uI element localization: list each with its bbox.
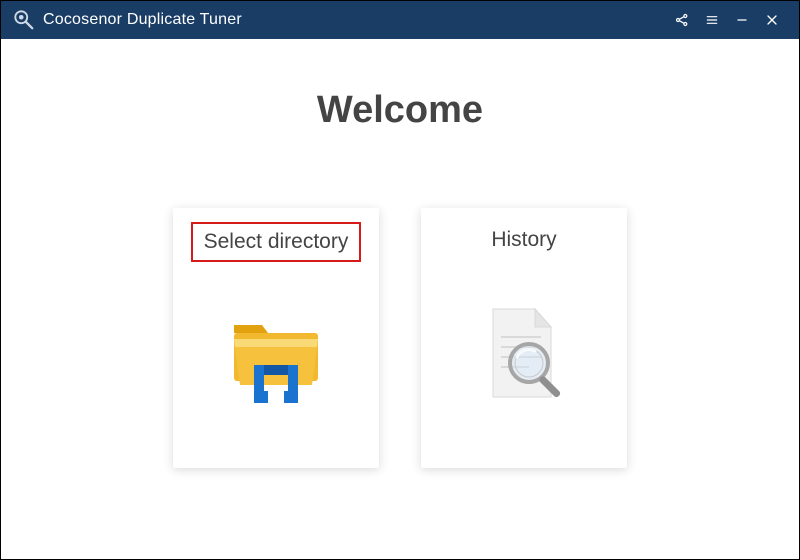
app-window: Cocosenor Duplicate Tuner bbox=[1, 1, 799, 559]
title-bar: Cocosenor Duplicate Tuner bbox=[1, 1, 799, 39]
select-directory-card[interactable]: Select directory bbox=[173, 208, 379, 468]
app-title: Cocosenor Duplicate Tuner bbox=[43, 11, 242, 29]
menu-icon[interactable] bbox=[697, 1, 727, 39]
cards-row: Select directory bbox=[173, 208, 627, 468]
share-icon[interactable] bbox=[667, 1, 697, 39]
select-directory-label: Select directory bbox=[191, 222, 361, 262]
main-content: Welcome Select directory bbox=[1, 39, 799, 559]
app-logo-icon bbox=[13, 9, 35, 31]
minimize-icon[interactable] bbox=[727, 1, 757, 39]
close-icon[interactable] bbox=[757, 1, 787, 39]
history-card[interactable]: History bbox=[421, 208, 627, 468]
document-magnifier-icon bbox=[421, 258, 627, 468]
folder-explorer-icon bbox=[173, 262, 379, 468]
page-title: Welcome bbox=[317, 89, 483, 132]
history-label: History bbox=[439, 222, 609, 258]
